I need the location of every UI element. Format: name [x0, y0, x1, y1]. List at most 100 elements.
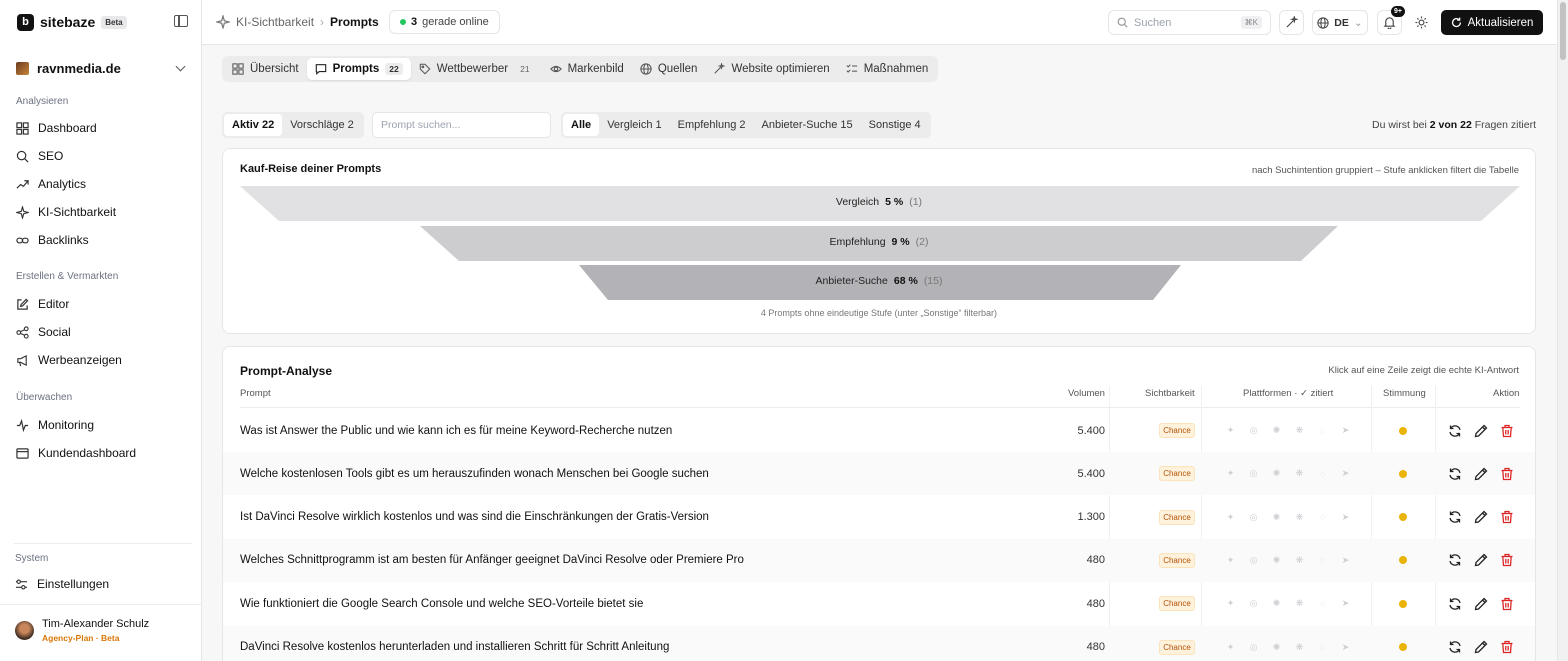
prompt-analysis-card: Prompt-Analyse Klick auf eine Zeile zeig…: [222, 346, 1536, 661]
trash-icon[interactable]: [1500, 510, 1514, 524]
table-row[interactable]: Wie funktioniert die Google Search Conso…: [223, 582, 1535, 625]
filter-aktiv[interactable]: Aktiv 22: [224, 114, 283, 136]
search-icon: [1117, 17, 1128, 28]
scrollbar[interactable]: [1557, 0, 1568, 661]
sidebar-item-backlinks[interactable]: Backlinks: [16, 230, 89, 250]
stage-percent: 5 %: [885, 196, 904, 208]
pencil-icon[interactable]: [1474, 424, 1488, 438]
sidebar-item-social[interactable]: Social: [16, 322, 71, 342]
column-volume[interactable]: Volumen: [1068, 388, 1105, 399]
filter-anbieter-suche[interactable]: Anbieter-Suche 15: [754, 114, 861, 136]
visibility-cell: Chance: [1159, 582, 1195, 625]
sidebar-item-editor[interactable]: Editor: [16, 294, 69, 314]
grid-icon: [232, 63, 244, 75]
refresh-icon[interactable]: [1448, 467, 1462, 481]
citation-value: 2 von 22: [1429, 119, 1472, 131]
table-row[interactable]: DaVinci Resolve kostenlos herunterladen …: [223, 625, 1535, 661]
trash-icon[interactable]: [1500, 467, 1514, 481]
pencil-icon[interactable]: [1474, 597, 1488, 611]
sidebar-item-kundendashboard[interactable]: Kundendashboard: [16, 443, 136, 463]
theme-toggle-button[interactable]: [1409, 10, 1434, 35]
refresh-icon[interactable]: [1448, 640, 1462, 654]
copilot-icon: ◌: [1319, 512, 1326, 523]
search-input[interactable]: Suchen ⌘K: [1108, 10, 1271, 35]
notifications-button[interactable]: 9+: [1377, 6, 1405, 35]
pencil-icon[interactable]: [1474, 510, 1488, 524]
sentiment-dot-icon: [1399, 556, 1407, 565]
tab-wettbewerber[interactable]: Wettbewerber 21: [411, 58, 538, 80]
grok-icon: ➤: [1341, 641, 1350, 652]
window-icon: [16, 447, 29, 459]
sidebar-collapse-icon[interactable]: [174, 15, 188, 27]
perplexity-icon: ◎: [1249, 425, 1258, 435]
user-menu[interactable]: Tim-Alexander Schulz Agency-Plan · Beta: [15, 618, 149, 643]
breadcrumb-parent[interactable]: KI-Sichtbarkeit: [236, 15, 314, 29]
prompt-search-input[interactable]: Prompt suchen...: [372, 112, 551, 138]
workspace-switcher[interactable]: ravnmedia.de: [16, 58, 188, 78]
filter-vorschlaege[interactable]: Vorschläge 2: [282, 114, 362, 136]
sidebar-item-dashboard[interactable]: Dashboard: [16, 118, 97, 138]
stage-label: Vergleich: [835, 196, 880, 208]
pencil-icon[interactable]: [1474, 553, 1488, 567]
trash-icon[interactable]: [1500, 424, 1514, 438]
trash-icon[interactable]: [1500, 597, 1514, 611]
tab-massnahmen[interactable]: Maßnahmen: [838, 58, 937, 80]
pencil-icon[interactable]: [1474, 640, 1488, 654]
link-icon: [16, 237, 29, 243]
refresh-icon[interactable]: [1448, 597, 1462, 611]
table-row[interactable]: Welches Schnittprogramm ist am besten fü…: [223, 538, 1535, 582]
column-platforms[interactable]: Plattformen · ✓ zitiert: [1243, 388, 1333, 399]
visibility-badge: Chance: [1159, 552, 1195, 568]
tab-uebersicht[interactable]: Übersicht: [224, 58, 307, 80]
tab-markenbild[interactable]: Markenbild: [542, 58, 632, 80]
refresh-icon[interactable]: [1448, 553, 1462, 567]
sidebar-item-ki-sichtbarkeit[interactable]: KI-Sichtbarkeit: [16, 202, 116, 222]
filter-sonstige[interactable]: Sonstige 4: [861, 114, 929, 136]
table-row[interactable]: Ist DaVinci Resolve wirklich kostenlos u…: [223, 496, 1535, 539]
workspace-avatar: [16, 61, 29, 75]
trash-icon[interactable]: [1500, 640, 1514, 654]
claude-icon: ❋: [1295, 641, 1304, 652]
volume-value: 480: [1086, 597, 1105, 610]
column-visibility[interactable]: Sichtbarkeit: [1145, 388, 1195, 399]
online-status: 3 gerade online: [389, 10, 500, 34]
sidebar-item-monitoring[interactable]: Monitoring: [16, 415, 94, 435]
table-row[interactable]: Welche kostenlosen Tools gibt es um hera…: [223, 452, 1535, 496]
trash-icon[interactable]: [1500, 553, 1514, 567]
refresh-icon[interactable]: [1448, 510, 1462, 524]
table-row[interactable]: Was ist Answer the Public und wie kann i…: [223, 409, 1535, 452]
refresh-icon[interactable]: [1448, 424, 1462, 438]
brand-logo: b: [17, 13, 34, 31]
volume-value: 1.300: [1077, 511, 1105, 524]
gemini-icon: ✺: [1272, 511, 1281, 522]
grok-icon: ➤: [1341, 511, 1350, 522]
tab-prompts[interactable]: Prompts 22: [306, 58, 411, 80]
tab-count: 21: [520, 64, 530, 74]
sidebar-item-einstellungen[interactable]: Einstellungen: [15, 574, 109, 594]
tab-label: Markenbild: [567, 63, 624, 75]
analysis-title: Prompt-Analyse: [240, 364, 333, 378]
table-header-divider: [240, 407, 1520, 408]
column-sentiment[interactable]: Stimmung: [1383, 388, 1426, 399]
sidebar-item-analytics[interactable]: Analytics: [16, 174, 86, 194]
filter-alle[interactable]: Alle: [563, 114, 600, 136]
stage-percent: 9 %: [891, 236, 910, 248]
ai-assistant-button[interactable]: [1279, 10, 1304, 35]
tab-label: Prompts: [332, 63, 380, 75]
filter-empfehlung[interactable]: Empfehlung 2: [670, 114, 754, 136]
brand[interactable]: b sitebaze Beta: [17, 12, 127, 32]
column-prompt[interactable]: Prompt: [240, 388, 271, 399]
tab-count: 22: [385, 63, 403, 75]
tab-website-optimieren[interactable]: Website optimieren: [705, 58, 837, 80]
scroll-thumb[interactable]: [1560, 2, 1566, 60]
sidebar-item-werbeanzeigen[interactable]: Werbeanzeigen: [16, 350, 122, 370]
filter-vergleich[interactable]: Vergleich 1: [599, 114, 669, 136]
language-select[interactable]: DE ⌄: [1312, 10, 1368, 35]
funnel-label-empfehlung: Empfehlung 9 % (2): [223, 236, 1535, 248]
globe-icon: [640, 63, 652, 75]
sidebar-item-seo[interactable]: SEO: [16, 146, 63, 166]
refresh-button[interactable]: Aktualisieren: [1441, 10, 1543, 35]
tab-quellen[interactable]: Quellen: [632, 58, 706, 80]
chatgpt-icon: ✦: [1226, 425, 1235, 435]
pencil-icon[interactable]: [1474, 467, 1488, 481]
